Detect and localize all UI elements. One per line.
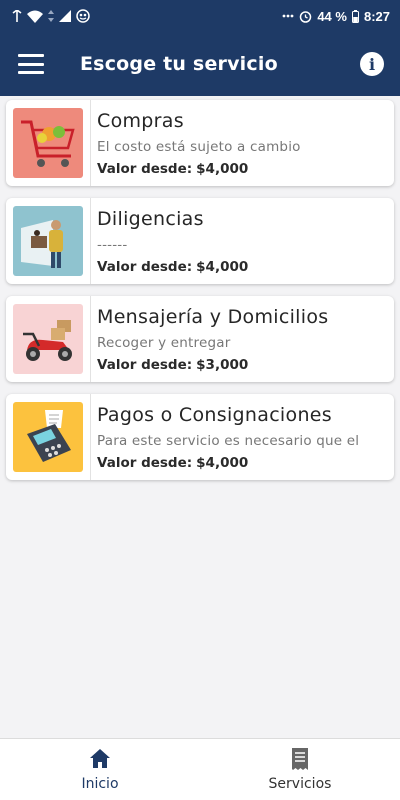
service-card-diligencias[interactable]: Diligencias ------ Valor desde: $4,000 — [6, 198, 394, 284]
clerk-window-image — [13, 206, 83, 276]
service-subtitle: El costo está sujeto a cambio — [97, 139, 301, 155]
service-card-pagos[interactable]: Pagos o Consignaciones Para este servici… — [6, 394, 394, 480]
service-price: Valor desde: $4,000 — [97, 455, 388, 471]
price-value: $4,000 — [196, 161, 249, 177]
price-value: $4,000 — [196, 455, 249, 471]
alarm-icon — [300, 10, 312, 23]
price-value: $4,000 — [196, 259, 249, 275]
thumb-wrap — [6, 296, 91, 382]
wifi-icon — [27, 10, 43, 23]
data-arrows-icon — [48, 10, 54, 22]
battery-icon — [351, 9, 359, 23]
app-bar: Escoge tu servicio i — [0, 32, 400, 96]
signal-icon — [12, 10, 22, 22]
status-left — [12, 9, 90, 23]
page-title: Escoge tu servicio — [80, 53, 278, 75]
cellular-icon — [59, 10, 71, 22]
service-title: Diligencias — [97, 208, 204, 230]
price-label: Valor desde: — [97, 161, 193, 177]
receipt-icon — [292, 748, 308, 770]
card-terminal-image — [13, 402, 83, 472]
info-icon[interactable]: i — [360, 52, 384, 76]
battery-percent: 44 % — [317, 8, 347, 24]
service-title: Pagos o Consignaciones — [97, 404, 332, 426]
service-subtitle: ------ — [97, 237, 128, 253]
service-subtitle: Para este servicio es necesario que el — [97, 433, 360, 449]
service-price: Valor desde: $4,000 — [97, 259, 388, 275]
delivery-scooter-image — [13, 304, 83, 374]
hamburger-menu-icon[interactable] — [18, 54, 44, 74]
thumb-wrap — [6, 394, 91, 480]
service-card-compras[interactable]: Compras El costo está sujeto a cambio Va… — [6, 100, 394, 186]
thumb-wrap — [6, 100, 91, 186]
nav-label: Servicios — [268, 776, 332, 792]
app-badge-icon — [76, 9, 90, 23]
service-price: Valor desde: $4,000 — [97, 161, 388, 177]
price-label: Valor desde: — [97, 259, 193, 275]
service-title: Compras — [97, 110, 184, 132]
status-bar: 44 % 8:27 — [0, 0, 400, 32]
clock: 8:27 — [363, 8, 390, 24]
status-right: 44 % 8:27 — [282, 9, 390, 24]
price-label: Valor desde: — [97, 455, 193, 471]
price-label: Valor desde: — [97, 357, 193, 373]
shopping-cart-image — [13, 108, 83, 178]
service-price: Valor desde: $3,000 — [97, 357, 388, 373]
thumb-wrap — [6, 198, 91, 284]
service-title: Mensajería y Domicilios — [97, 306, 329, 328]
price-value: $3,000 — [196, 357, 249, 373]
bottom-nav: Inicio Servicios — [0, 738, 400, 800]
dots-icon — [282, 14, 294, 18]
nav-item-inicio[interactable]: Inicio — [0, 739, 200, 800]
nav-label: Inicio — [81, 776, 119, 792]
service-list: Compras El costo está sujeto a cambio Va… — [6, 100, 394, 492]
nav-item-servicios[interactable]: Servicios — [200, 739, 400, 800]
service-card-mensajeria[interactable]: Mensajería y Domicilios Recoger y entreg… — [6, 296, 394, 382]
home-icon — [90, 749, 110, 768]
service-subtitle: Recoger y entregar — [97, 335, 231, 351]
